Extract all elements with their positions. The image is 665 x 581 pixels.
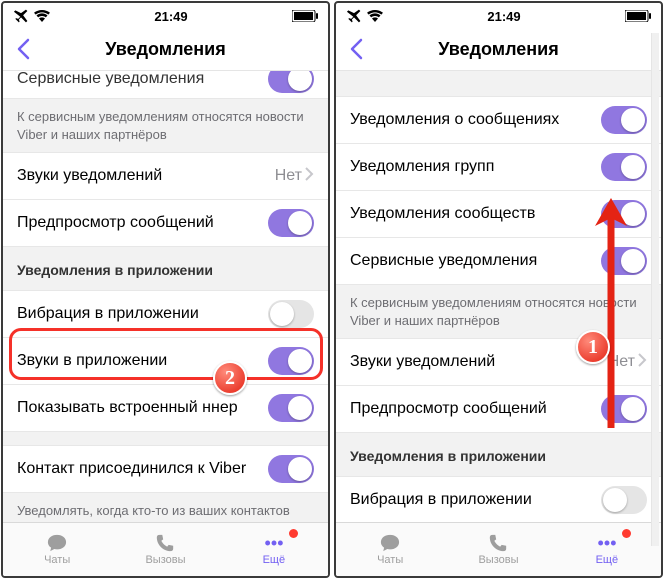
- more-icon: [596, 533, 618, 553]
- row-group-notif[interactable]: Уведомления групп: [336, 144, 661, 191]
- tab-more[interactable]: Ещё: [553, 523, 661, 576]
- tab-chats[interactable]: Чаты: [336, 523, 444, 576]
- toggle-msg[interactable]: [601, 106, 647, 134]
- row-label: Сервисные уведомления: [17, 71, 268, 88]
- row-label: Звуки уведомлений: [350, 353, 608, 371]
- navbar: Уведомления: [336, 29, 661, 71]
- row-label: Вибрация в приложении: [350, 491, 601, 509]
- more-icon: [263, 533, 285, 553]
- row-value: Нет: [275, 167, 302, 185]
- phone-left: 21:49 Уведомления Сервисные уведомления …: [1, 1, 330, 578]
- phone-right: 21:49 Уведомления Уведомления о сообщени…: [334, 1, 663, 578]
- row-label: Сервисные уведомления: [350, 252, 601, 270]
- row-label: Предпросмотр сообщений: [17, 214, 268, 232]
- status-bar: 21:49: [3, 3, 328, 29]
- tab-label: Чаты: [377, 554, 403, 566]
- tab-label: Вызовы: [478, 554, 518, 566]
- row-preview[interactable]: Предпросмотр сообщений: [3, 200, 328, 247]
- settings-list-left: Сервисные уведомления К сервисным уведом…: [3, 71, 328, 522]
- tab-label: Ещё: [263, 554, 286, 566]
- row-label: Уведомления групп: [350, 158, 601, 176]
- section-footer-service: К сервисным уведомлениям относятся новос…: [3, 99, 328, 153]
- status-time: 21:49: [487, 9, 520, 24]
- row-banner[interactable]: Показывать встроенный ннер: [3, 385, 328, 432]
- wifi-icon: [367, 10, 383, 22]
- phone-icon: [154, 533, 176, 553]
- battery-icon: [292, 10, 318, 22]
- tab-bar: Чаты Вызовы Ещё: [3, 522, 328, 576]
- status-bar: 21:49: [336, 3, 661, 29]
- toggle-vibration[interactable]: [268, 300, 314, 328]
- navbar: Уведомления: [3, 29, 328, 71]
- row-label: Уведомления сообществ: [350, 205, 601, 223]
- section-header-inapp: Уведомления в приложении: [336, 433, 661, 477]
- section-footer-joined: Уведомлять, когда кто-то из ваших контак…: [3, 493, 328, 522]
- row-label: Уведомления о сообщениях: [350, 111, 601, 129]
- toggle-community[interactable]: [601, 200, 647, 228]
- toggle-preview[interactable]: [601, 395, 647, 423]
- row-vibration[interactable]: Вибрация в приложении: [336, 477, 661, 522]
- airplane-icon: [13, 9, 29, 23]
- row-label: Звуки уведомлений: [17, 167, 275, 185]
- row-value: Нет: [608, 353, 635, 371]
- tab-calls[interactable]: Вызовы: [444, 523, 552, 576]
- back-button[interactable]: [13, 37, 35, 66]
- tab-bar: Чаты Вызовы Ещё: [336, 522, 661, 576]
- row-label: Контакт присоединился к Viber: [17, 460, 268, 478]
- settings-list-right: Уведомления о сообщениях Уведомления гру…: [336, 71, 661, 522]
- row-vibration[interactable]: Вибрация в приложении: [3, 291, 328, 338]
- tab-more[interactable]: Ещё: [220, 523, 328, 576]
- phone-icon: [487, 533, 509, 553]
- step-badge-2: 2: [213, 361, 247, 395]
- toggle-inapp-sounds[interactable]: [268, 347, 314, 375]
- row-contact-joined[interactable]: Контакт присоединился к Viber: [3, 446, 328, 493]
- notification-dot-icon: [622, 529, 631, 538]
- tab-label: Ещё: [596, 554, 619, 566]
- section-spacer: [336, 71, 661, 97]
- row-label: Показывать встроенный ннер: [17, 399, 268, 417]
- row-inapp-sounds[interactable]: Звуки в приложении: [3, 338, 328, 385]
- page-title: Уведомления: [105, 39, 226, 60]
- toggle-joined[interactable]: [268, 455, 314, 483]
- wifi-icon: [34, 10, 50, 22]
- chevron-right-icon: [304, 166, 314, 187]
- toggle-service[interactable]: [601, 247, 647, 275]
- back-button[interactable]: [346, 37, 368, 66]
- section-header-inapp: Уведомления в приложении: [3, 247, 328, 291]
- row-preview[interactable]: Предпросмотр сообщений: [336, 386, 661, 433]
- row-notification-sounds[interactable]: Звуки уведомлений Нет: [336, 339, 661, 386]
- toggle-group[interactable]: [601, 153, 647, 181]
- row-label: Предпросмотр сообщений: [350, 400, 601, 418]
- step-badge-1: 1: [576, 330, 610, 364]
- status-time: 21:49: [154, 9, 187, 24]
- row-msg-notif[interactable]: Уведомления о сообщениях: [336, 97, 661, 144]
- tab-calls[interactable]: Вызовы: [111, 523, 219, 576]
- row-label: Вибрация в приложении: [17, 305, 268, 323]
- toggle-preview[interactable]: [268, 209, 314, 237]
- chat-icon: [46, 533, 68, 553]
- toggle-service[interactable]: [268, 71, 314, 93]
- chevron-right-icon: [637, 352, 647, 373]
- tab-label: Чаты: [44, 554, 70, 566]
- toggle-vibration[interactable]: [601, 486, 647, 514]
- battery-icon: [625, 10, 651, 22]
- row-community-notif[interactable]: Уведомления сообществ: [336, 191, 661, 238]
- notification-dot-icon: [289, 529, 298, 538]
- row-service-cut[interactable]: Сервисные уведомления: [3, 71, 328, 99]
- chat-icon: [379, 533, 401, 553]
- tab-label: Вызовы: [145, 554, 185, 566]
- section-footer-service: К сервисным уведомлениям относятся новос…: [336, 285, 661, 339]
- row-service-notif[interactable]: Сервисные уведомления: [336, 238, 661, 285]
- tab-chats[interactable]: Чаты: [3, 523, 111, 576]
- section-spacer: [3, 432, 328, 446]
- toggle-banner[interactable]: [268, 394, 314, 422]
- row-notification-sounds[interactable]: Звуки уведомлений Нет: [3, 153, 328, 200]
- page-title: Уведомления: [438, 39, 559, 60]
- airplane-icon: [346, 9, 362, 23]
